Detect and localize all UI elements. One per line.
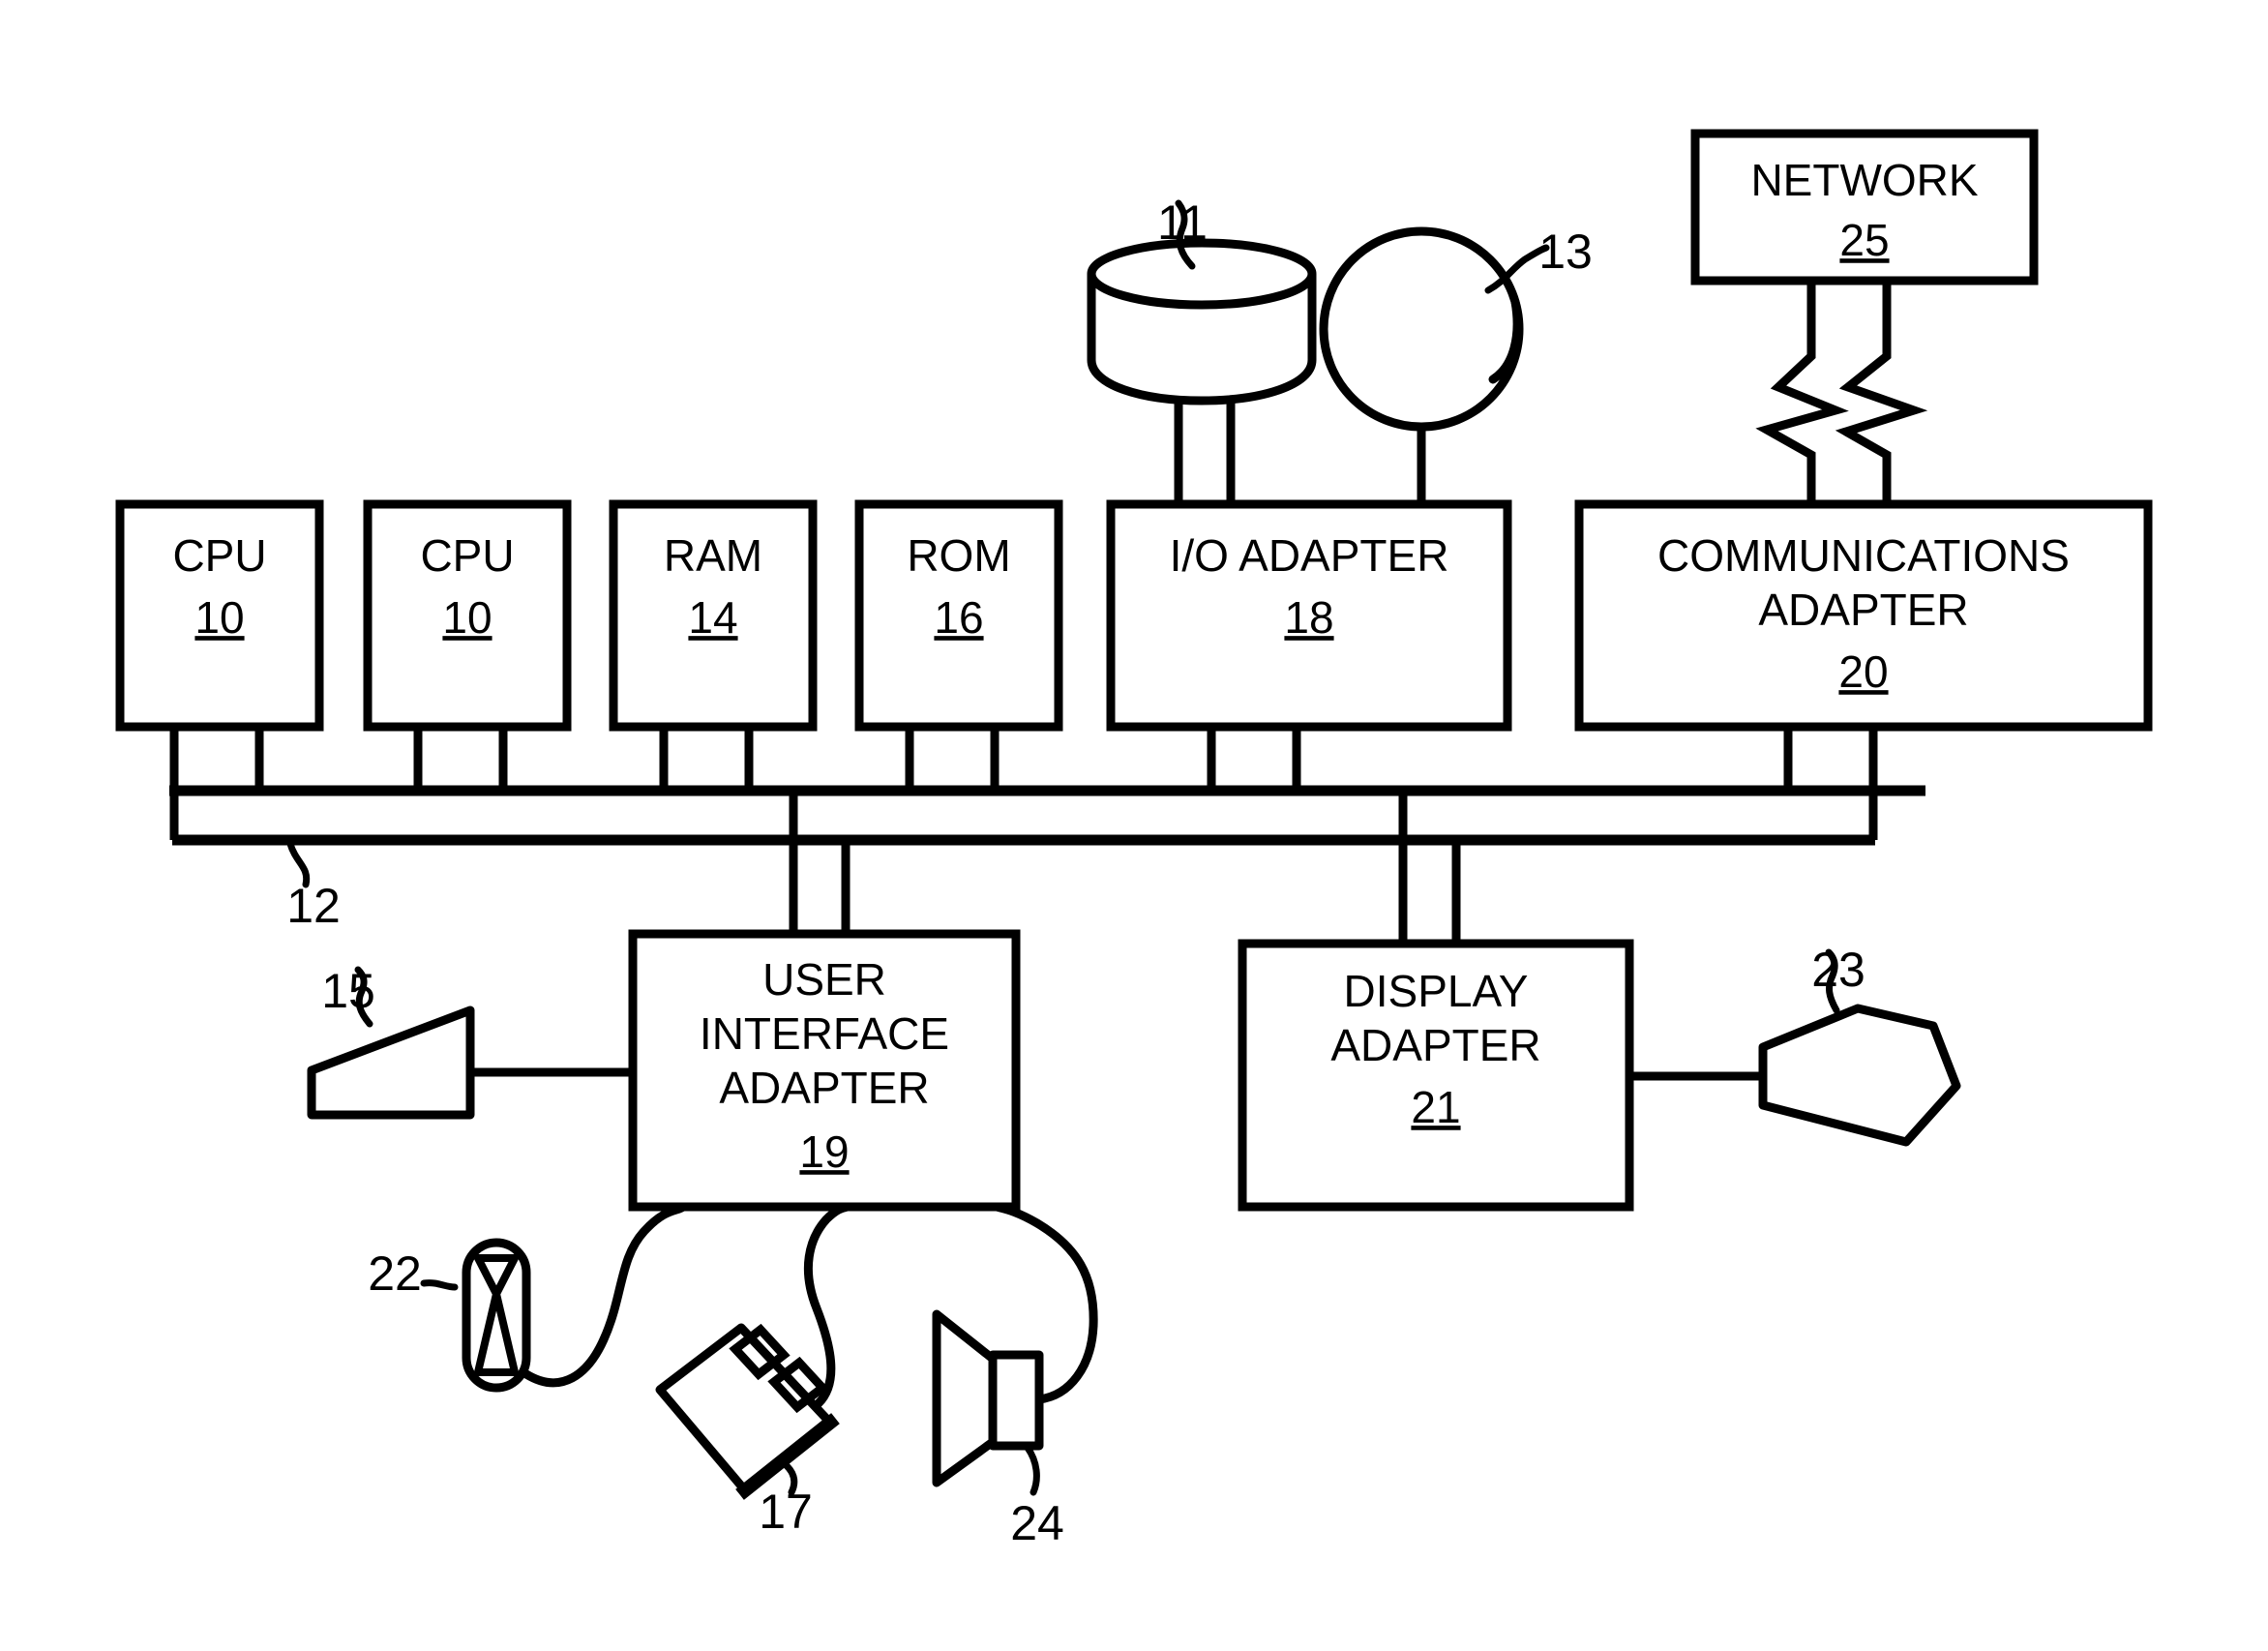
keyboard-body [307, 1006, 475, 1120]
box-network-label: NETWORK [1750, 155, 1978, 205]
bus-legs-lower [789, 791, 1461, 944]
box-cpu-1-ref: 10 [194, 592, 244, 643]
microphone-icon [462, 1202, 688, 1393]
box-cpu-1-label: CPU [172, 530, 266, 581]
box-io-adapter[interactable]: I/O ADAPTER 18 [1106, 499, 1512, 732]
box-cpu-1[interactable]: CPU 10 [115, 499, 324, 732]
box-io-adapter-label: I/O ADAPTER [1170, 530, 1449, 581]
callout-22: 22 [368, 1246, 422, 1301]
box-ui-adapter-label-2: INTERFACE [700, 1008, 949, 1059]
box-ui-adapter-ref: 19 [799, 1126, 849, 1177]
box-display-adapter-label2: ADAPTER [1330, 1020, 1540, 1070]
callout-11: 11 [1157, 195, 1208, 250]
box-rom-ref: 16 [934, 592, 983, 643]
box-rom-label: ROM [907, 530, 1010, 581]
box-network[interactable]: NETWORK 25 [1690, 129, 2039, 285]
speaker-icon [932, 1202, 1098, 1487]
box-cpu-2-label: CPU [420, 530, 514, 581]
system-block-diagram: CPU 10 CPU 10 RAM 14 ROM 16 I/O ADAPTER … [115, 129, 2153, 1550]
box-io-adapter-ref: 18 [1284, 592, 1333, 643]
bus-legs [169, 727, 1878, 840]
box-comm-adapter[interactable]: COMMUNICATIONS ADAPTER 20 [1574, 499, 2153, 732]
box-ram-ref: 14 [688, 592, 737, 643]
tape-drive-reel [1319, 226, 1524, 432]
microphone-cord [522, 1202, 688, 1388]
mouse-body [655, 1323, 835, 1495]
box-display-adapter-ref: 21 [1411, 1082, 1460, 1132]
box-rom[interactable]: ROM 16 [854, 499, 1063, 732]
keyboard-icon [307, 1006, 633, 1120]
box-ram-label: RAM [664, 530, 762, 581]
disk-drive-icon [1087, 238, 1317, 504]
callout-13: 13 [1538, 225, 1593, 279]
box-ui-adapter-label-1: USER [762, 954, 886, 1005]
box-ui-adapter-label-3: ADAPTER [719, 1063, 929, 1113]
box-comm-adapter-label2: ADAPTER [1758, 585, 1968, 635]
microphone-leader [420, 1279, 459, 1291]
box-display-adapter[interactable]: DISPLAY ADAPTER 21 [1238, 939, 1634, 1212]
callout-12: 12 [286, 879, 341, 933]
box-network-ref: 25 [1839, 215, 1889, 265]
box-comm-adapter-ref: 20 [1838, 646, 1888, 697]
disk-drive-top [1087, 238, 1317, 310]
network-link-right [1835, 281, 1928, 504]
mouse-icon [655, 1202, 852, 1500]
monitor-body [1758, 1004, 1961, 1147]
network-link [1755, 281, 1928, 504]
patent-figure: CPU 10 CPU 10 RAM 14 ROM 16 I/O ADAPTER … [0, 0, 2268, 1651]
box-cpu-2-ref: 10 [442, 592, 492, 643]
speaker-leader [1024, 1444, 1040, 1496]
box-display-adapter-label: DISPLAY [1344, 966, 1529, 1016]
callout-23: 23 [1811, 943, 1865, 997]
box-ui-adapter[interactable]: USER INTERFACE ADAPTER 19 [628, 929, 1021, 1212]
box-comm-adapter-label: COMMUNICATIONS [1657, 530, 2070, 581]
tape-drive-icon [1319, 226, 1524, 504]
box-ram[interactable]: RAM 14 [609, 499, 818, 732]
microphone-capsule [462, 1238, 531, 1393]
monitor-icon [1629, 1004, 1961, 1147]
speaker-magnet [988, 1350, 1044, 1451]
callout-17: 17 [759, 1485, 813, 1539]
system-bus [169, 785, 1925, 846]
callout-24: 24 [1010, 1496, 1064, 1550]
network-link-left [1755, 281, 1849, 504]
speaker-cone [932, 1309, 998, 1487]
callout-15: 15 [321, 964, 375, 1018]
box-cpu-2[interactable]: CPU 10 [363, 499, 572, 732]
